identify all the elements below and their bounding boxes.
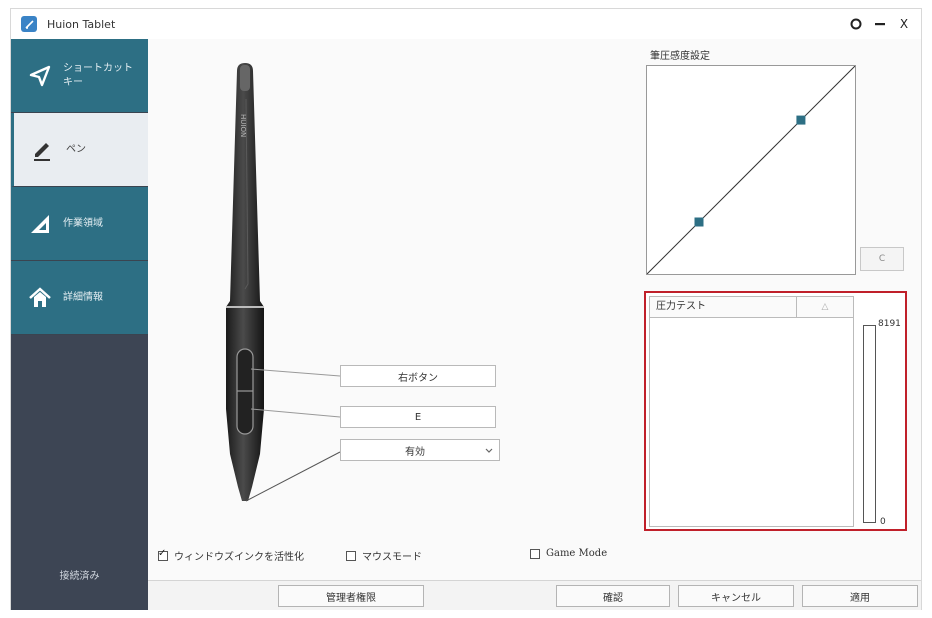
connection-status: 接続済み [59,571,100,582]
minimize-button[interactable] [869,14,891,34]
checkbox-box: ✓ [158,547,168,561]
sidebar-item-label: ショートカット キー [63,62,133,88]
windows-ink-checkbox[interactable]: ✓ ウィンドウズインクを活性化 [158,548,304,563]
app-logo-icon [21,16,37,32]
sidebar-item-shortcut-keys[interactable]: ショートカット キー [11,39,148,113]
app-window: Huion Tablet X ショートカット キー ペン 作業領域 詳細情報 接… [10,8,922,610]
sidebar: ショートカット キー ペン 作業領域 詳細情報 接続済み [11,39,148,610]
cancel-button[interactable]: キャンセル [678,585,794,607]
sidebar-item-label: ペン [66,143,86,155]
checkbox-box [346,550,356,561]
curve-reset-button[interactable]: C [860,247,904,271]
pen-brand-text: HUION [239,114,247,137]
mouse-mode-checkbox[interactable]: マウスモード [346,548,422,563]
curve-control-point-1[interactable] [694,217,704,227]
circle-icon [850,18,862,30]
pen-tip-select[interactable]: 有効 [340,439,500,461]
main-panel: HUION 右ボタン E 有効 筆圧感度設定 C 圧力テスト △ 8191 0 … [148,39,921,610]
home-icon [27,285,53,311]
game-mode-label: Game Mode [546,548,608,559]
chevron-down-icon [485,448,493,453]
window-title: Huion Tablet [47,17,116,31]
mouse-mode-label: マウスモード [362,552,422,563]
pen-upper-button-setting[interactable]: 右ボタン [340,365,496,387]
pressure-max-value: 8191 [878,319,901,329]
pressure-test-canvas[interactable] [649,318,854,527]
pen-tip-select-value: 有効 [405,446,425,458]
windows-ink-label: ウィンドウズインクを活性化 [174,552,304,563]
sidebar-item-label: 詳細情報 [63,291,103,303]
send-icon [27,63,53,89]
title-bar: Huion Tablet X [11,9,921,39]
curve-control-point-2[interactable] [796,115,806,125]
pressure-level-bar [863,325,876,523]
pen-lower-button-setting[interactable]: E [340,406,496,428]
pressure-test-title: 圧力テスト [650,297,797,317]
confirm-button[interactable]: 確認 [556,585,670,607]
close-button[interactable]: X [893,14,915,34]
triangle-ruler-icon [27,211,53,237]
pressure-curve-line [646,65,856,275]
pressure-test-panel: 圧力テスト △ 8191 0 [644,291,907,531]
checkbox-box [530,548,540,559]
sidebar-item-work-area[interactable]: 作業領域 [11,187,148,261]
pressure-test-header: 圧力テスト △ [649,296,854,318]
check-mark-icon: ✓ [158,547,167,559]
pressure-clear-button[interactable]: △ [797,297,853,317]
pen-icon [30,137,56,163]
pressure-curve-editor[interactable] [646,65,856,275]
minimize-icon [875,23,885,26]
admin-rights-button[interactable]: 管理者権限 [278,585,424,607]
settings-button[interactable] [845,14,867,34]
sidebar-item-pen[interactable]: ペン [11,113,148,187]
pressure-min-value: 0 [880,517,886,527]
pressure-curve-title: 筆圧感度設定 [650,51,710,62]
sidebar-item-label: 作業領域 [63,217,103,229]
apply-button[interactable]: 適用 [802,585,918,607]
game-mode-checkbox[interactable]: Game Mode [530,548,607,559]
sidebar-item-details[interactable]: 詳細情報 [11,261,148,335]
bottom-action-bar: 管理者権限 確認 キャンセル 適用 [148,580,921,610]
